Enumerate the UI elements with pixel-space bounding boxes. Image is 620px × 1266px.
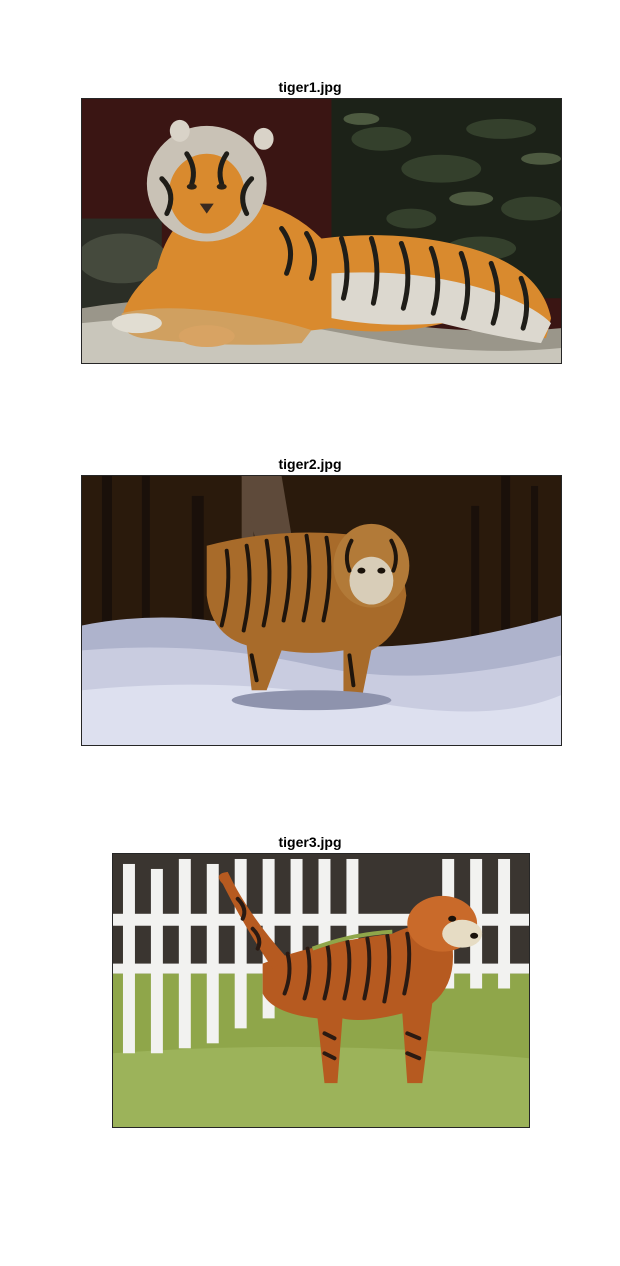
tiger1-picture [82,99,561,363]
tiger3-picture [113,854,529,1127]
tiger2-picture [82,476,561,745]
panel-title-tiger3: tiger3.jpg [278,834,342,850]
image-tiger1 [81,98,562,364]
image-tiger2 [81,475,562,746]
image-tiger3 [112,853,530,1128]
panel-title-tiger1: tiger1.jpg [278,79,342,95]
panel-title-tiger2: tiger2.jpg [278,456,342,472]
